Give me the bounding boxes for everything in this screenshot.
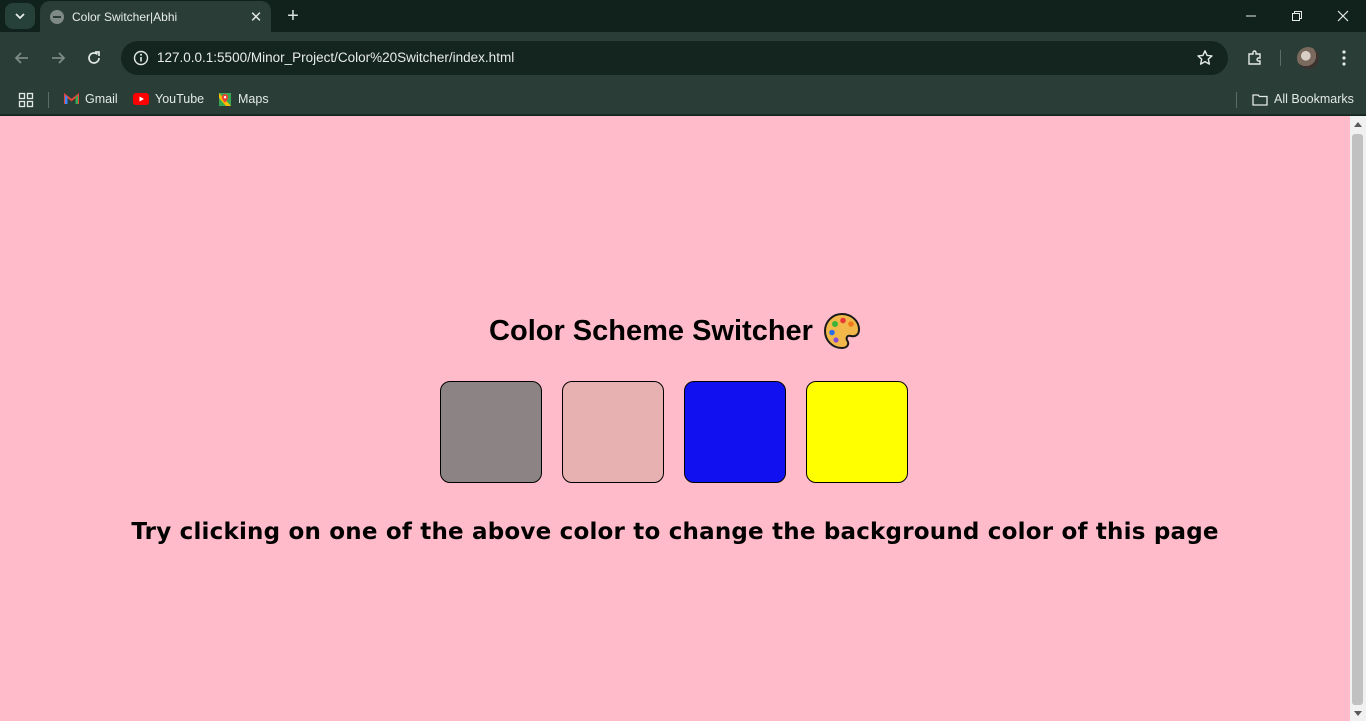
- apps-grid-icon[interactable]: [16, 90, 36, 110]
- bookmarks-divider: [48, 92, 49, 108]
- bookmark-label: Gmail: [85, 92, 118, 106]
- youtube-icon: [133, 93, 149, 105]
- all-bookmarks-button[interactable]: All Bookmarks: [1252, 88, 1354, 110]
- tab-active[interactable]: Color Switcher|Abhi ✕: [40, 1, 271, 32]
- bookmark-maps[interactable]: Maps: [218, 88, 269, 110]
- maps-icon: [218, 92, 232, 107]
- scrollbar[interactable]: [1350, 116, 1366, 721]
- globe-icon: [50, 9, 64, 24]
- hint-text: Try clicking on one of the above color t…: [131, 519, 1219, 545]
- minimize-button[interactable]: [1228, 0, 1274, 32]
- chevron-down-icon: [15, 13, 25, 20]
- swatch-blue[interactable]: [684, 381, 786, 483]
- palette-icon: [823, 312, 860, 350]
- bookmark-star-icon[interactable]: [1194, 47, 1216, 69]
- gmail-icon: [64, 93, 79, 105]
- bookmark-youtube[interactable]: YouTube: [133, 88, 204, 110]
- arrow-left-icon: [14, 52, 28, 64]
- bookmarks-divider: [1236, 92, 1237, 108]
- avatar: [1297, 47, 1319, 69]
- reload-button[interactable]: [78, 43, 110, 73]
- back-button[interactable]: [6, 43, 38, 73]
- swatch-grey[interactable]: [440, 381, 542, 483]
- bookmark-label: YouTube: [155, 92, 205, 106]
- tab-strip: Color Switcher|Abhi ✕ +: [0, 0, 1366, 32]
- scroll-thumb[interactable]: [1352, 134, 1363, 705]
- restore-button[interactable]: [1274, 0, 1320, 32]
- extensions-button[interactable]: [1239, 43, 1271, 73]
- page-viewport: Color Scheme Switcher Try clicking on on…: [0, 116, 1350, 721]
- tab-search-button[interactable]: [5, 3, 35, 29]
- page-title: Color Scheme Switcher: [0, 312, 1350, 350]
- restore-icon: [1292, 11, 1302, 21]
- page-title-text: Color Scheme Switcher: [489, 314, 813, 347]
- more-vert-icon: [1342, 50, 1346, 66]
- bookmark-gmail[interactable]: Gmail: [64, 88, 118, 110]
- puzzle-icon: [1248, 50, 1261, 65]
- folder-icon: [1252, 93, 1268, 106]
- all-bookmarks-label: All Bookmarks: [1274, 92, 1354, 106]
- toolbar-divider: [1280, 50, 1281, 66]
- scroll-down-arrow[interactable]: [1354, 711, 1362, 716]
- new-tab-button[interactable]: +: [280, 3, 306, 29]
- bookmark-label: Maps: [238, 92, 269, 106]
- profile-button[interactable]: [1292, 43, 1324, 73]
- swatch-pink[interactable]: [562, 381, 664, 483]
- address-bar[interactable]: 127.0.0.1:5500/Minor_Project/Color%20Swi…: [121, 41, 1228, 75]
- bookmarks-bar: Gmail YouTube Maps All Bookmarks: [0, 84, 1366, 115]
- forward-button[interactable]: [42, 43, 74, 73]
- browser-toolbar: 127.0.0.1:5500/Minor_Project/Color%20Swi…: [0, 32, 1366, 84]
- reload-icon: [88, 51, 100, 64]
- close-window-button[interactable]: [1320, 0, 1366, 32]
- swatch-yellow[interactable]: [806, 381, 908, 483]
- url-text[interactable]: 127.0.0.1:5500/Minor_Project/Color%20Swi…: [157, 50, 514, 65]
- scroll-up-arrow[interactable]: [1354, 122, 1362, 127]
- site-info-icon[interactable]: [129, 46, 153, 70]
- tab-close-icon[interactable]: ✕: [243, 4, 269, 30]
- tab-title: Color Switcher|Abhi: [72, 9, 178, 24]
- close-icon: [1337, 10, 1349, 22]
- minimize-icon: [1246, 15, 1256, 17]
- color-swatch-row: [440, 381, 908, 483]
- arrow-right-icon: [52, 52, 66, 64]
- menu-button[interactable]: [1328, 43, 1360, 73]
